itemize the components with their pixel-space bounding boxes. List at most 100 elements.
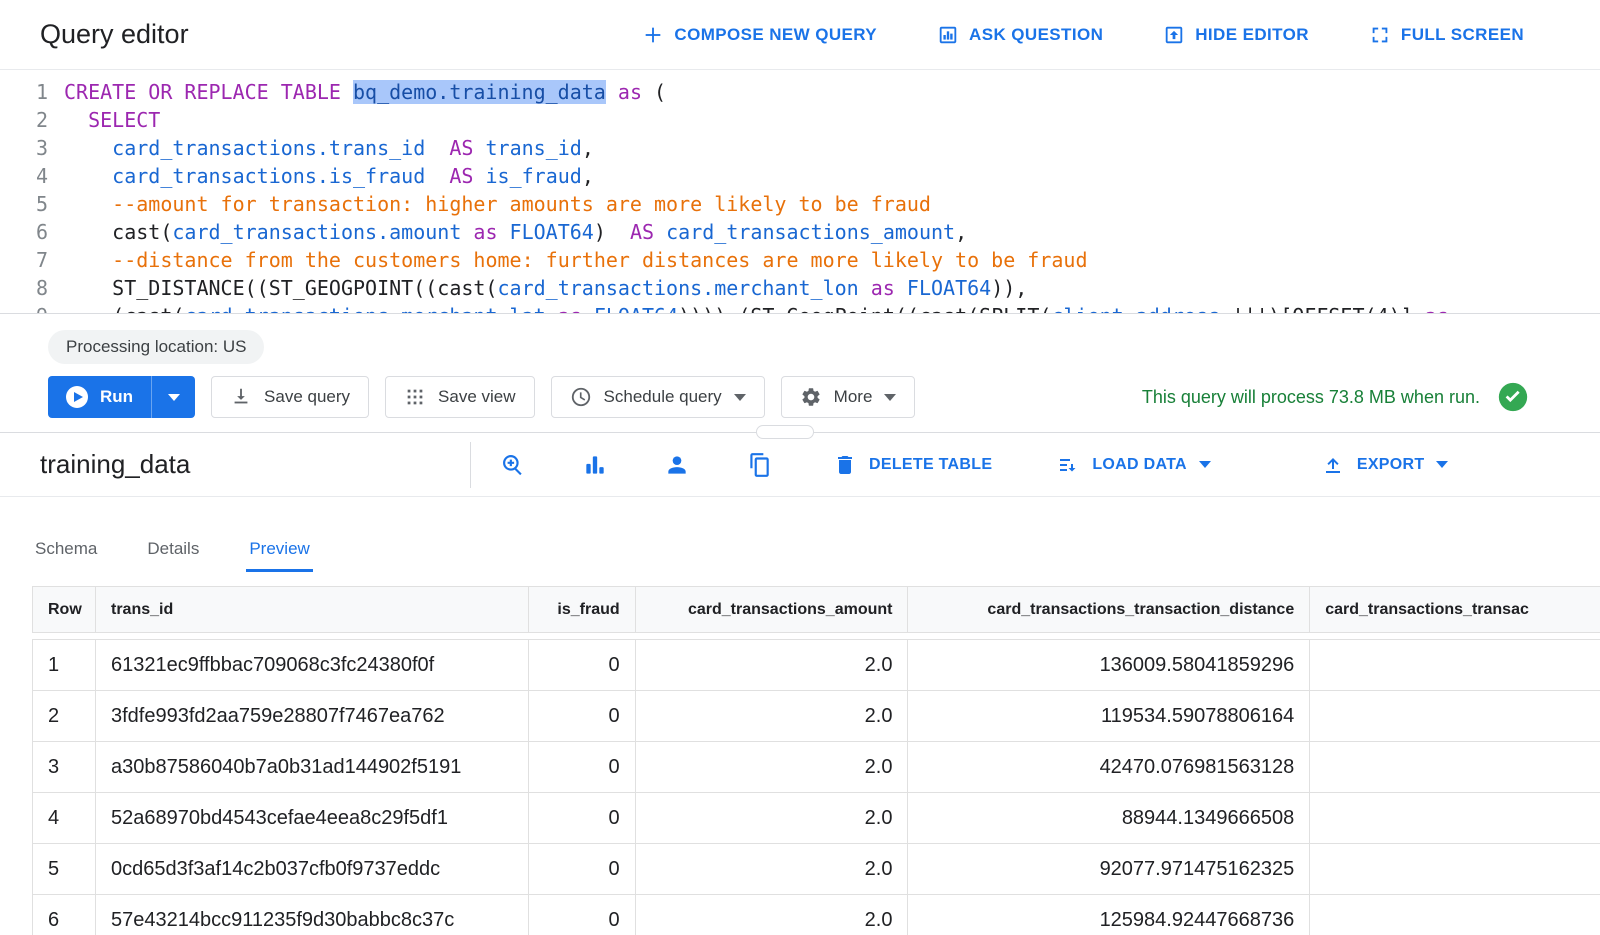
schedule-query-label: Schedule query (604, 387, 722, 407)
chevron-down-icon (1199, 461, 1211, 468)
table-row[interactable]: 452a68970bd4543cefae4eea8c29f5df102.0889… (33, 793, 1600, 844)
fullscreen-icon (1369, 24, 1391, 46)
chevron-down-icon (734, 394, 746, 401)
clock-icon (570, 386, 592, 408)
code-line[interactable]: 6 cast(card_transactions.amount as FLOAT… (0, 218, 1600, 246)
table-cell: 125984.92447668736 (908, 895, 1310, 935)
table-cell: 2 (33, 691, 96, 741)
table-cell: a30b87586040b7a0b31ad144902f5191 (96, 742, 529, 792)
sql-editor[interactable]: 1CREATE OR REPLACE TABLE bq_demo.trainin… (0, 70, 1600, 314)
chevron-down-icon (168, 394, 180, 401)
ask-question-label: ASK QUESTION (969, 25, 1103, 45)
plus-icon (642, 24, 664, 46)
copy-icon (746, 452, 772, 478)
save-query-button[interactable]: Save query (211, 376, 369, 418)
save-view-button[interactable]: Save view (385, 376, 534, 418)
save-download-icon (230, 386, 252, 408)
search-table-button[interactable] (495, 447, 531, 483)
code-line[interactable]: 3 card_transactions.trans_id AS trans_id… (0, 134, 1600, 162)
magnifier-plus-icon (500, 452, 526, 478)
save-query-label: Save query (264, 387, 350, 407)
table-cell: 2.0 (636, 895, 909, 935)
column-header[interactable]: card_transactions_transac (1310, 587, 1600, 632)
table-cell: 52a68970bd4543cefae4eea8c29f5df1 (96, 793, 529, 843)
column-header[interactable]: is_fraud (529, 587, 636, 632)
column-header[interactable]: card_transactions_transaction_distance (908, 587, 1310, 632)
check-circle-icon (1496, 380, 1530, 414)
load-data-label: LOAD DATA (1092, 456, 1187, 474)
line-number: 4 (0, 162, 64, 190)
line-number: 5 (0, 190, 64, 218)
load-data-icon (1056, 453, 1080, 477)
code-text: --distance from the customers home: furt… (64, 246, 1088, 274)
code-line[interactable]: 5 --amount for transaction: higher amoun… (0, 190, 1600, 218)
chart-board-icon (937, 24, 959, 46)
compose-new-query-button[interactable]: COMPOSE NEW QUERY (642, 24, 877, 46)
copy-table-button[interactable] (741, 447, 777, 483)
line-number: 1 (0, 78, 64, 106)
table-row[interactable]: 657e43214bcc911235f9d30babbc8c37c02.0125… (33, 895, 1600, 935)
delete-table-button[interactable]: DELETE TABLE (833, 453, 992, 477)
table-row[interactable]: 161321ec9ffbbac709068c3fc24380f0f02.0136… (33, 640, 1600, 691)
column-header[interactable]: Row (33, 587, 96, 632)
code-line[interactable]: 4 card_transactions.is_fraud AS is_fraud… (0, 162, 1600, 190)
table-cell (1310, 793, 1600, 843)
full-screen-button[interactable]: FULL SCREEN (1369, 24, 1524, 46)
panel-arrow-up-icon (1163, 24, 1185, 46)
trash-icon (833, 453, 857, 477)
table-row[interactable]: 3a30b87586040b7a0b31ad144902f519102.0424… (33, 742, 1600, 793)
table-cell: 2.0 (636, 793, 909, 843)
more-button[interactable]: More (781, 376, 916, 418)
tab-details[interactable]: Details (144, 527, 202, 572)
run-dropdown-button[interactable] (151, 376, 195, 418)
dot-grid-icon (404, 386, 426, 408)
code-text: card_transactions.trans_id AS trans_id, (64, 134, 594, 162)
code-line[interactable]: 7 --distance from the customers home: fu… (0, 246, 1600, 274)
tab-schema[interactable]: Schema (32, 527, 100, 572)
play-icon (66, 386, 88, 408)
load-data-button[interactable]: LOAD DATA (1056, 453, 1211, 477)
chevron-down-icon (884, 394, 896, 401)
code-line[interactable]: 8 ST_DISTANCE((ST_GEOGPOINT((cast(card_t… (0, 274, 1600, 302)
table-cell: 0 (529, 691, 636, 741)
table-cell: 0 (529, 793, 636, 843)
code-text: ST_DISTANCE((ST_GEOGPOINT((cast(card_tra… (64, 274, 1027, 302)
table-cell: 0cd65d3f3af14c2b037cfb0f9737eddc (96, 844, 529, 894)
code-line[interactable]: 1CREATE OR REPLACE TABLE bq_demo.trainin… (0, 78, 1600, 106)
line-number: 8 (0, 274, 64, 302)
query-toolbar: Processing location: US Run Save query (0, 314, 1600, 432)
table-cell (1310, 895, 1600, 935)
export-button[interactable]: EXPORT (1321, 453, 1449, 477)
tab-preview[interactable]: Preview (246, 527, 312, 572)
table-cell: 2.0 (636, 844, 909, 894)
hide-editor-button[interactable]: HIDE EDITOR (1163, 24, 1309, 46)
table-cell: 57e43214bcc911235f9d30babbc8c37c (96, 895, 529, 935)
analyze-table-button[interactable] (577, 447, 613, 483)
ask-question-button[interactable]: ASK QUESTION (937, 24, 1103, 46)
code-line[interactable]: 2 SELECT (0, 106, 1600, 134)
table-tabs: Schema Details Preview (0, 527, 1600, 572)
splitter-handle[interactable] (756, 425, 814, 439)
schedule-query-button[interactable]: Schedule query (551, 376, 765, 418)
person-icon (664, 452, 690, 478)
run-button[interactable]: Run (48, 376, 151, 418)
table-row[interactable]: 23fdfe993fd2aa759e28807f7467ea76202.0119… (33, 691, 1600, 742)
table-cell: 0 (529, 895, 636, 935)
hide-editor-label: HIDE EDITOR (1195, 25, 1309, 45)
share-table-button[interactable] (659, 447, 695, 483)
upload-icon (1321, 453, 1345, 477)
table-body: 161321ec9ffbbac709068c3fc24380f0f02.0136… (32, 639, 1600, 935)
column-header[interactable]: card_transactions_amount (636, 587, 909, 632)
table-row[interactable]: 50cd65d3f3af14c2b037cfb0f9737eddc02.0920… (33, 844, 1600, 895)
query-editor-header: Query editor COMPOSE NEW QUERY ASK QUEST… (0, 0, 1600, 70)
table-cell: 2.0 (636, 640, 909, 690)
code-text: card_transactions.is_fraud AS is_fraud, (64, 162, 594, 190)
column-header[interactable]: trans_id (96, 587, 529, 632)
code-text: SELECT (64, 106, 160, 134)
preview-table: Rowtrans_idis_fraudcard_transactions_amo… (32, 586, 1600, 935)
code-line[interactable]: 9 (cast(card_transactions.merchant_lat a… (0, 302, 1600, 314)
table-cell (1310, 640, 1600, 690)
run-label: Run (100, 387, 133, 407)
table-section: training_data (0, 432, 1600, 935)
table-cell: 3 (33, 742, 96, 792)
